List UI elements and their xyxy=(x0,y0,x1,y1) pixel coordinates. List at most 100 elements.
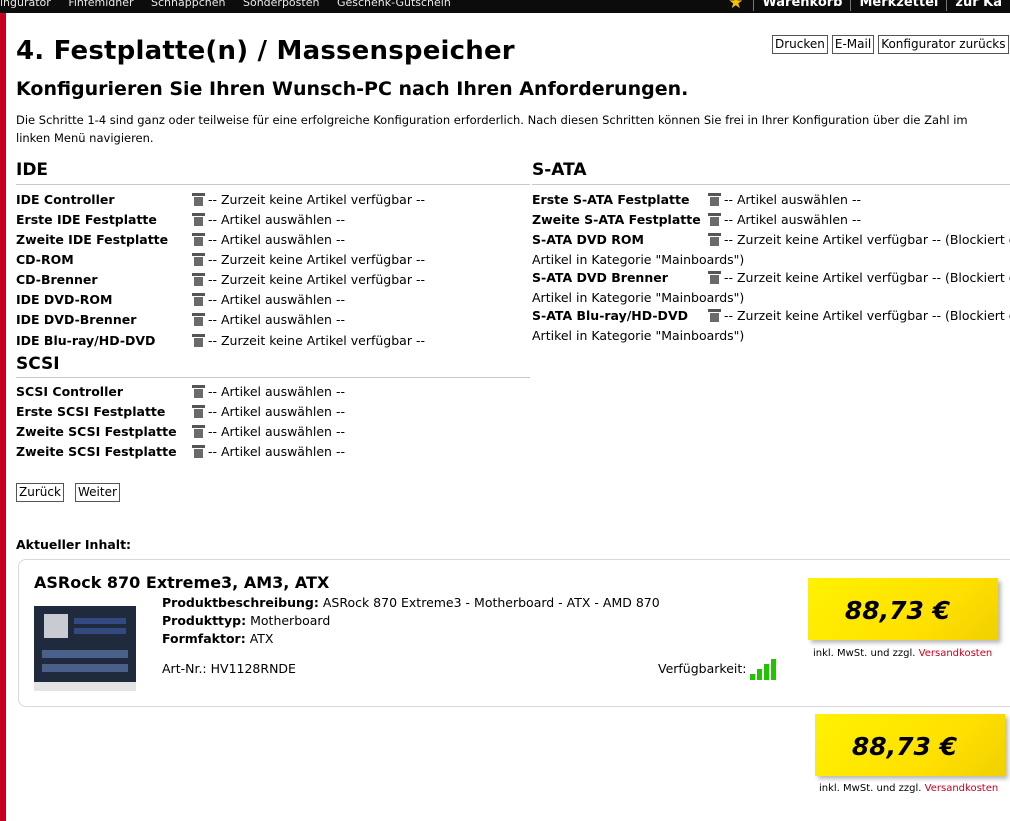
shipping-link[interactable]: Versandkosten xyxy=(925,783,999,794)
product-form-label: Formfaktor: xyxy=(162,631,246,646)
ide-row-second-hdd: Zweite IDE Festplatte -- Artikel auswähl… xyxy=(16,232,516,252)
scsi-row-select[interactable]: -- Artikel auswählen -- xyxy=(192,384,345,399)
intro-text: Die Schritte 1-4 sind ganz oder teilweis… xyxy=(16,111,1010,147)
scsi-heading: SCSI xyxy=(16,354,60,374)
trash-icon[interactable] xyxy=(192,233,205,246)
sata-divider xyxy=(532,184,1010,185)
ide-row-value: -- Artikel auswählen -- xyxy=(208,232,345,247)
ide-row-select[interactable]: -- Artikel auswählen -- xyxy=(192,232,345,247)
ide-row-value: -- Artikel auswählen -- xyxy=(208,312,345,327)
total-vat-note: inkl. MwSt. und zzgl. Versandkosten xyxy=(819,783,998,794)
trash-icon[interactable] xyxy=(708,309,721,322)
trash-icon[interactable] xyxy=(192,293,205,306)
sata-row-note: Artikel in Kategorie "Mainboards") xyxy=(532,290,745,305)
cart-link[interactable]: Warenkorb xyxy=(753,0,850,11)
next-button[interactable]: Weiter xyxy=(75,483,120,502)
scsi-row-first-hdd: Erste SCSI Festplatte -- Artikel auswähl… xyxy=(16,404,516,424)
trash-icon[interactable] xyxy=(192,385,205,398)
trash-icon[interactable] xyxy=(708,213,721,226)
sata-row-first-hdd: Erste S-ATA Festplatte -- Artikel auswäh… xyxy=(532,192,1010,212)
vat-text: inkl. MwSt. und zzgl. xyxy=(819,783,922,794)
email-button[interactable]: E-Mail xyxy=(831,35,875,54)
ide-row-cd-burner: CD-Brenner -- Zurzeit keine Artikel verf… xyxy=(16,272,516,292)
sata-row-select[interactable]: -- Zurzeit keine Artikel verfügbar -- (B… xyxy=(708,270,1010,285)
top-right-links: ★ Warenkorb Merkzettel zur Ka xyxy=(728,0,1010,13)
product-form-factor: Formfaktor: ATX xyxy=(162,631,274,646)
intro-line-1: Die Schritte 1-4 sind ganz oder teilweis… xyxy=(16,113,968,127)
product-type: Produkttyp: Motherboard xyxy=(162,613,330,628)
trash-icon[interactable] xyxy=(192,273,205,286)
wishlist-link[interactable]: Merkzettel xyxy=(850,0,946,11)
star-icon: ★ xyxy=(728,0,744,13)
ide-divider xyxy=(16,184,530,185)
product-description: Produktbeschreibung: ASRock 870 Extreme3… xyxy=(162,595,660,610)
scsi-row-select[interactable]: -- Artikel auswählen -- xyxy=(192,404,345,419)
print-button[interactable]: Drucken xyxy=(772,35,828,54)
ide-row-select[interactable]: -- Artikel auswählen -- xyxy=(192,292,345,307)
shipping-link[interactable]: Versandkosten xyxy=(919,648,993,659)
trash-icon[interactable] xyxy=(192,313,205,326)
availability-bar xyxy=(764,664,769,680)
sata-row-select[interactable]: -- Artikel auswählen -- xyxy=(708,192,861,207)
trash-icon[interactable] xyxy=(192,405,205,418)
sata-row-label: Zweite S-ATA Festplatte xyxy=(532,212,701,227)
checkout-link[interactable]: zur Ka xyxy=(946,0,1010,11)
ide-row-select[interactable]: -- Zurzeit keine Artikel verfügbar -- xyxy=(192,192,425,207)
sata-row-value: -- Artikel auswählen -- xyxy=(724,212,861,227)
total-price-box: 88,73 € xyxy=(815,714,1005,776)
availability-bar xyxy=(750,674,755,680)
trash-icon[interactable] xyxy=(192,445,205,458)
sata-row-select[interactable]: -- Artikel auswählen -- xyxy=(708,212,861,227)
trash-icon[interactable] xyxy=(192,334,205,347)
trash-icon[interactable] xyxy=(192,193,205,206)
page-action-buttons: Drucken E-Mail Konfigurator zurücks xyxy=(772,35,1009,54)
product-article-number: Art-Nr.: HV1128RNDE xyxy=(162,661,296,676)
ide-row-select[interactable]: -- Zurzeit keine Artikel verfügbar -- xyxy=(192,333,425,348)
sata-row-select[interactable]: -- Zurzeit keine Artikel verfügbar -- (B… xyxy=(708,308,1010,323)
nav-link-sonderposten[interactable]: Sonderposten xyxy=(243,0,319,9)
scsi-row-select[interactable]: -- Artikel auswählen -- xyxy=(192,444,345,459)
trash-icon[interactable] xyxy=(192,213,205,226)
back-button[interactable]: Zurück xyxy=(16,483,64,502)
ide-row-value: -- Artikel auswählen -- xyxy=(208,292,345,307)
intro-line-2: linken Menü navigieren. xyxy=(16,131,154,145)
availability-label: Verfügbarkeit: xyxy=(658,661,747,676)
scsi-row-value: -- Artikel auswählen -- xyxy=(208,404,345,419)
back-to-configurator-button[interactable]: Konfigurator zurücks xyxy=(878,35,1009,54)
trash-icon[interactable] xyxy=(192,425,205,438)
nav-link-schnaeppchen[interactable]: Schnappchen xyxy=(151,0,225,9)
sata-row-select[interactable]: -- Zurzeit keine Artikel verfügbar -- (B… xyxy=(708,232,1010,247)
ide-heading: IDE xyxy=(16,160,49,180)
trash-icon[interactable] xyxy=(708,233,721,246)
product-image[interactable] xyxy=(34,606,136,691)
sata-row-label: S-ATA DVD ROM xyxy=(532,232,644,247)
ide-row-select[interactable]: -- Zurzeit keine Artikel verfügbar -- xyxy=(192,272,425,287)
trash-icon[interactable] xyxy=(708,271,721,284)
ide-row-dvd-rom: IDE DVD-ROM -- Artikel auswählen -- xyxy=(16,292,516,312)
ide-row-label: Zweite IDE Festplatte xyxy=(16,232,169,247)
nav-link-konfigurator[interactable]: ingurator xyxy=(0,0,51,9)
ide-row-value: -- Artikel auswählen -- xyxy=(208,212,345,227)
ide-row-label: IDE Blu-ray/HD-DVD xyxy=(16,333,156,348)
scsi-row-label: Zweite SCSI Festplatte xyxy=(16,444,177,459)
nav-link-finder[interactable]: Finfemidner xyxy=(68,0,133,9)
ide-row-select[interactable]: -- Artikel auswählen -- xyxy=(192,312,345,327)
total-price: 88,73 € xyxy=(851,732,957,761)
ide-row-bluray: IDE Blu-ray/HD-DVD -- Zurzeit keine Arti… xyxy=(16,333,516,353)
scsi-row-value: -- Artikel auswählen -- xyxy=(208,384,345,399)
sata-row-bluray: S-ATA Blu-ray/HD-DVD -- Zurzeit keine Ar… xyxy=(532,308,1010,328)
trash-icon[interactable] xyxy=(192,253,205,266)
ide-row-label: IDE DVD-ROM xyxy=(16,292,113,307)
article-number-label: Art-Nr.: xyxy=(162,661,207,676)
availability-bar xyxy=(757,669,762,680)
ide-row-select[interactable]: -- Zurzeit keine Artikel verfügbar -- xyxy=(192,252,425,267)
scsi-row-select[interactable]: -- Artikel auswählen -- xyxy=(192,424,345,439)
product-title[interactable]: ASRock 870 Extreme3, AM3, ATX xyxy=(34,573,329,592)
nav-link-gutschein[interactable]: Geschenk-Gutschein xyxy=(337,0,451,9)
trash-icon[interactable] xyxy=(708,193,721,206)
ide-row-select[interactable]: -- Artikel auswählen -- xyxy=(192,212,345,227)
product-price-box: 88,73 € xyxy=(808,578,998,640)
ide-row-value: -- Zurzeit keine Artikel verfügbar -- xyxy=(208,252,425,267)
availability-bar xyxy=(771,659,776,680)
scsi-row-value: -- Artikel auswählen -- xyxy=(208,444,345,459)
